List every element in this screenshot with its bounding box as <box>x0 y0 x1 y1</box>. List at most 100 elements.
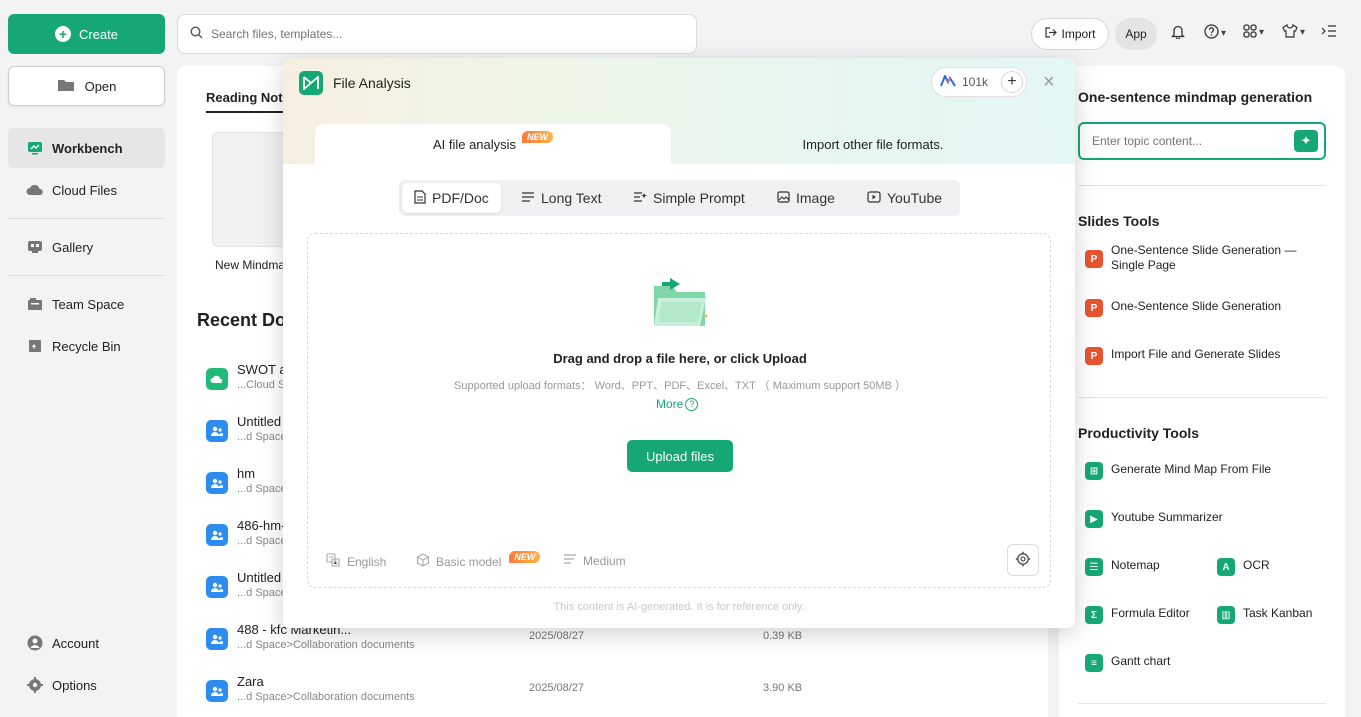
supported-formats: Supported upload formats： Word、PPT、PDF、E… <box>454 380 906 392</box>
gear-icon <box>1015 551 1031 570</box>
tool-import-generate-slides[interactable]: P Import File and Generate Slides <box>1085 347 1280 365</box>
table-row[interactable]: Zara ...d Space>Collaboration documents … <box>206 674 1026 714</box>
more-label: More <box>656 397 684 411</box>
segment-label: Simple Prompt <box>653 190 745 206</box>
tool-notemap[interactable]: ☰ Notemap <box>1085 558 1160 576</box>
segment-label: Image <box>796 190 835 206</box>
language-selector[interactable]: English <box>326 553 386 570</box>
close-icon[interactable]: × <box>1043 72 1055 92</box>
theme-menu-button[interactable]: ▾ <box>1282 23 1306 41</box>
tab-import-other-formats[interactable]: Import other file formats. <box>671 124 1075 164</box>
app-label: App <box>1125 27 1147 41</box>
add-credits-button[interactable]: + <box>1001 71 1023 93</box>
search-input[interactable] <box>211 27 651 41</box>
tab-label: AI file analysis <box>432 136 517 152</box>
sidebar-divider <box>8 275 165 276</box>
search-bar[interactable] <box>177 14 697 54</box>
app-button[interactable]: App <box>1115 18 1157 50</box>
tool-ocr[interactable]: A OCR <box>1217 558 1270 576</box>
tool-gantt-chart[interactable]: ≡ Gantt chart <box>1085 654 1170 672</box>
tool-label: Youtube Summarizer <box>1111 510 1223 524</box>
tool-slide-generation[interactable]: P One-Sentence Slide Generation <box>1085 299 1281 317</box>
sidebar-item-label: Options <box>52 677 97 693</box>
tool-label: Generate Mind Map From File <box>1111 462 1272 476</box>
table-row[interactable]: 488 - kfc Marketin... ...d Space>Collabo… <box>206 622 1026 662</box>
mindmap-file-icon: ⊞ <box>1085 462 1103 480</box>
recycle-bin-icon <box>26 338 44 354</box>
account-icon <box>26 635 44 651</box>
segment-image[interactable]: Image <box>765 183 847 213</box>
sidebar-item-recycle-bin[interactable]: Recycle Bin <box>8 326 165 366</box>
search-icon <box>190 26 203 42</box>
create-button[interactable]: + Create <box>8 14 165 54</box>
new-badge: NEW <box>509 550 541 563</box>
youtube-icon <box>867 190 881 206</box>
sidebar-divider <box>8 218 165 219</box>
sigma-icon: Σ <box>1085 606 1103 624</box>
sparkle-icon[interactable]: ✦ <box>1294 130 1318 152</box>
length-selector[interactable]: Medium <box>563 553 626 568</box>
apps-menu-button[interactable]: ▾ <box>1243 24 1264 41</box>
divider <box>1078 397 1326 398</box>
source-type-selector: PDF/Doc Long Text Simple Prompt Image Yo… <box>399 180 960 216</box>
settings-button[interactable] <box>1007 544 1039 576</box>
open-button[interactable]: Open <box>8 66 165 106</box>
new-mindmap-card[interactable] <box>212 132 292 247</box>
segment-youtube[interactable]: YouTube <box>855 183 954 213</box>
team-file-icon <box>206 420 228 442</box>
topic-input[interactable] <box>1092 134 1282 148</box>
sidebar-item-team-space[interactable]: Team Space <box>8 284 165 324</box>
sidebar-item-options[interactable]: Options <box>8 665 165 705</box>
tab-reading-notes[interactable]: Reading Not <box>206 90 283 105</box>
import-button[interactable]: Import <box>1031 18 1109 50</box>
outline-toggle-button[interactable] <box>1321 24 1337 41</box>
folder-upload-icon <box>648 272 712 335</box>
doc-path: ...d Space <box>237 431 287 443</box>
sidebar-item-cloud-files[interactable]: Cloud Files <box>8 170 165 210</box>
notification-button[interactable] <box>1170 24 1186 42</box>
sidebar-item-gallery[interactable]: Gallery <box>8 227 165 267</box>
team-file-icon <box>206 576 228 598</box>
segment-long-text[interactable]: Long Text <box>509 183 613 213</box>
sidebar-item-account[interactable]: Account <box>8 623 165 663</box>
sidebar-item-workbench[interactable]: Workbench <box>8 128 165 168</box>
tool-task-kanban[interactable]: ▥ Task Kanban <box>1217 606 1312 624</box>
text-lines-icon <box>521 190 535 206</box>
grid-icon <box>1243 24 1257 41</box>
topic-input-box[interactable]: ✦ <box>1078 122 1326 160</box>
play-icon: ▶ <box>1085 510 1103 528</box>
tool-label: Gantt chart <box>1111 654 1171 668</box>
recent-documents-title: Recent Do <box>197 310 287 330</box>
doc-path: ...Cloud S <box>237 379 286 391</box>
drop-title: Drag and drop a file here, or click Uplo… <box>553 351 807 366</box>
tool-label: Formula Editor <box>1111 606 1190 620</box>
tool-formula-editor[interactable]: Σ Formula Editor <box>1085 606 1190 624</box>
segment-simple-prompt[interactable]: Simple Prompt <box>621 183 757 213</box>
segment-pdf-doc[interactable]: PDF/Doc <box>402 183 501 213</box>
image-icon <box>777 190 790 206</box>
gear-icon <box>26 677 44 693</box>
sidebar-item-label: Cloud Files <box>52 182 118 198</box>
import-label: Import <box>1061 27 1096 41</box>
team-file-icon <box>206 524 228 546</box>
tool-mindmap-from-file[interactable]: ⊞ Generate Mind Map From File <box>1085 462 1271 480</box>
segment-label: YouTube <box>887 190 943 206</box>
tab-ai-file-analysis[interactable]: AI file analysis NEW <box>315 124 671 164</box>
doc-path: ...d Space <box>237 483 287 495</box>
credits-pill[interactable]: 101k + <box>931 67 1027 97</box>
more-formats-link[interactable]: More ? <box>656 397 699 411</box>
sidebar-item-label: Recycle Bin <box>52 338 121 354</box>
workbench-icon <box>26 140 44 156</box>
tool-label: One-Sentence Slide Generation <box>1111 299 1282 313</box>
divider <box>1078 703 1326 704</box>
tool-slide-single-page[interactable]: P One-Sentence Slide Generation — Single… <box>1085 243 1315 273</box>
tool-youtube-summarizer[interactable]: ▶ Youtube Summarizer <box>1085 510 1223 528</box>
tool-label: One-Sentence Slide Generation — Single P… <box>1111 243 1297 272</box>
length-icon <box>563 553 577 568</box>
model-selector[interactable]: Basic model NEW <box>416 550 541 570</box>
file-dropzone[interactable]: Drag and drop a file here, or click Uplo… <box>307 233 1051 588</box>
help-menu-button[interactable]: ▾ <box>1204 24 1226 42</box>
upload-files-button[interactable]: Upload files <box>627 440 733 472</box>
chevron-down-icon: ▾ <box>1300 27 1306 38</box>
credits-icon <box>940 73 956 90</box>
